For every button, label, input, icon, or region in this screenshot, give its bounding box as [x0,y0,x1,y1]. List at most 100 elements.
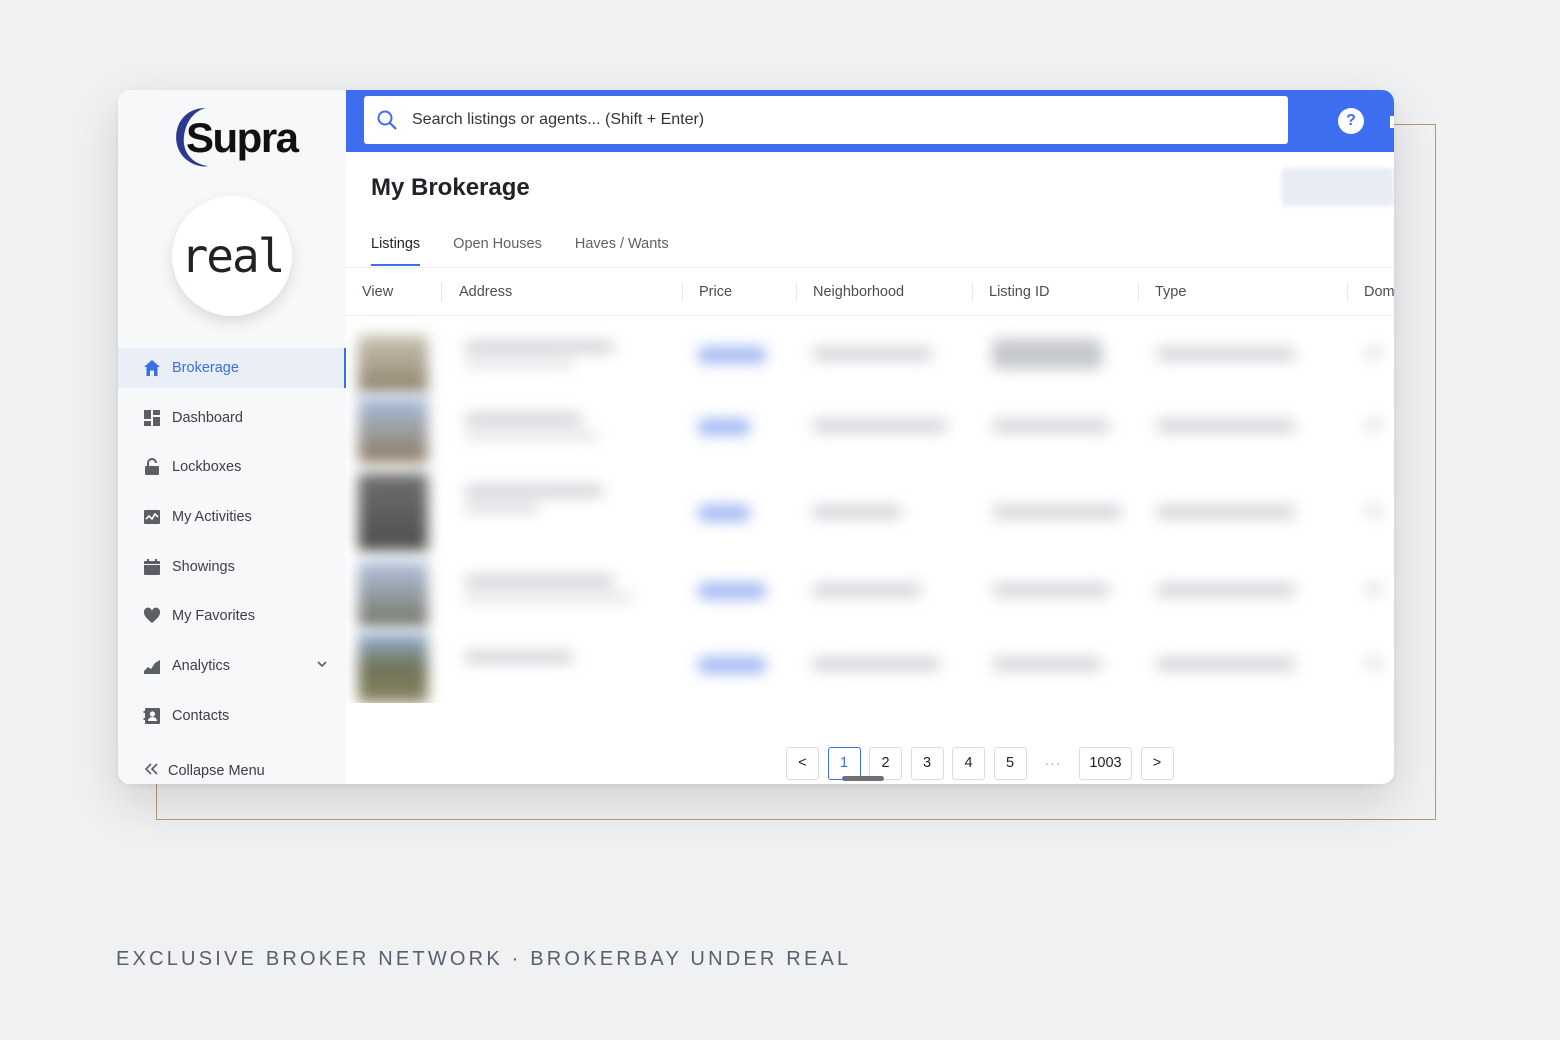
tab-listings[interactable]: Listings [371,236,421,266]
blurred-neighborhood [812,657,940,671]
tab-open-houses[interactable]: Open Houses [453,236,542,266]
chevron-down-icon[interactable] [316,658,328,674]
blurred-type [1156,657,1296,671]
blurred-price [698,419,750,435]
blurred-type [1156,583,1296,597]
pagination-last-page[interactable]: 1003 [1079,746,1132,780]
blurred-address [464,651,574,663]
main-content: My Brokerage Listings Open Houses Haves … [346,152,1394,784]
lock-icon [143,458,161,476]
sidebar-nav: Brokerage Dashboard Lockboxes My Activit… [118,348,346,746]
blurred-price [698,347,766,363]
help-button[interactable]: ? [1338,108,1364,134]
tab-haves-wants[interactable]: Haves / Wants [575,236,669,266]
table-row[interactable] [346,557,1394,629]
sidebar-item-label: Lockboxes [172,459,242,476]
column-separator [1138,282,1139,302]
pagination-next-button[interactable]: > [1140,746,1174,780]
table-row[interactable] [346,467,1394,557]
pagination-page-4[interactable]: 4 [952,746,985,780]
sidebar-item-my-activities[interactable]: My Activities [118,497,346,537]
sidebar-item-contacts[interactable]: Contacts [118,696,346,736]
sidebar-item-label: Showings [172,558,235,575]
pagination: < 1 2 3 4 5 ··· 1003 > [786,746,1182,780]
pagination-page-5[interactable]: 5 [993,746,1027,780]
dashboard-icon [143,409,161,427]
blurred-price [698,657,766,673]
listing-thumbnail[interactable] [358,397,428,463]
collapse-menu-label: Collapse Menu [168,763,265,779]
table-row[interactable] [346,629,1394,703]
blurred-dom [1364,657,1384,669]
tab-bar: Listings Open Houses Haves / Wants [371,236,702,266]
column-header-address[interactable]: Address [459,268,512,316]
blurred-type [1156,419,1296,433]
pagination-page-1[interactable]: 1 [827,746,861,780]
table-row[interactable] [346,393,1394,465]
search-input[interactable] [412,111,1272,129]
listing-thumbnail[interactable] [358,335,428,393]
sidebar-item-label: Brokerage [172,360,239,376]
blurred-type [1156,505,1296,519]
app-window: Supra real Brokerage Dashboard Lockboxes… [118,90,1394,784]
blurred-dom [1364,347,1384,359]
sidebar-item-label: My Favorites [172,608,255,625]
blurred-listing-id [992,583,1110,597]
listing-thumbnail[interactable] [358,561,428,627]
top-bar: ? [346,90,1394,152]
table-row[interactable] [346,331,1394,395]
sidebar-item-analytics[interactable]: Analytics [118,646,346,686]
blurred-address-line [464,593,634,602]
search-box [364,96,1288,144]
blurred-address-line [464,503,539,513]
blurred-address-line [464,359,574,368]
blurred-neighborhood [812,583,922,597]
sidebar-item-lockboxes[interactable]: Lockboxes [118,447,346,487]
sidebar-item-showings[interactable]: Showings [118,547,346,587]
column-header-price[interactable]: Price [699,268,732,316]
blurred-dom [1364,419,1384,431]
listing-thumbnail[interactable] [358,473,428,551]
toolbar-edge-mark [1390,116,1394,128]
column-header-view[interactable]: View [362,268,393,316]
column-header-dom[interactable]: Dom [1364,268,1394,316]
supra-logo-text: Supra [186,114,299,161]
table-header: View Address Price Neighborhood Listing … [346,268,1394,316]
double-chevron-left-icon [143,762,159,780]
column-separator [682,282,683,302]
brokerage-logo: real [172,196,292,316]
column-separator [796,282,797,302]
column-header-listing-id[interactable]: Listing ID [989,268,1049,316]
blurred-price [698,505,750,521]
pagination-page-3[interactable]: 3 [910,746,944,780]
brokerage-logo-text: real [180,229,286,283]
pagination-ellipsis[interactable]: ··· [1035,755,1071,771]
blurred-listing-id [992,505,1122,519]
blurred-address [464,575,614,587]
sidebar-item-label: Analytics [172,658,231,675]
search-icon [376,109,398,131]
pagination-page-2[interactable]: 2 [869,746,902,780]
horizontal-scroll-indicator[interactable] [842,776,884,781]
supra-logo[interactable]: Supra [172,104,302,170]
blurred-neighborhood [812,347,932,361]
listing-thumbnail[interactable] [358,633,428,703]
sidebar-item-dashboard[interactable]: Dashboard [118,398,346,438]
sidebar-item-my-favorites[interactable]: My Favorites [118,596,346,636]
column-header-type[interactable]: Type [1155,268,1186,316]
listings-table-body [346,317,1394,703]
blurred-type [1156,347,1296,361]
sidebar-item-brokerage[interactable]: Brokerage [118,348,346,388]
blurred-listing-id [992,419,1110,433]
blurred-neighborhood [812,505,902,519]
pagination-prev-button[interactable]: < [786,746,819,780]
blurred-address [464,341,614,353]
activity-icon [143,508,161,526]
sidebar-item-label: My Activities [172,509,252,526]
blurred-action-button[interactable] [1282,168,1394,206]
blurred-dom [1364,583,1384,595]
collapse-menu-button[interactable]: Collapse Menu [143,762,265,780]
column-separator [441,282,442,302]
caption: EXCLUSIVE BROKER NETWORK · BROKERBAY UND… [116,948,852,970]
column-header-neighborhood[interactable]: Neighborhood [813,268,904,316]
